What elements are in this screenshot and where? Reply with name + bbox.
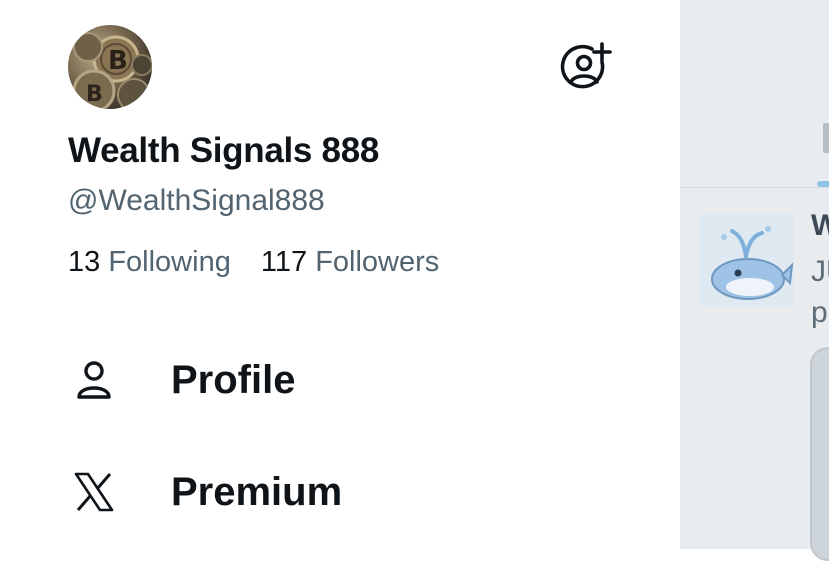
post-text-line-partial: p [811, 296, 828, 329]
follow-stats: 13 Following 117 Followers [68, 246, 439, 279]
following-label: Following [108, 246, 231, 278]
post-text-line-partial: JU [811, 255, 829, 288]
x-logo-icon [68, 466, 120, 518]
post-author-avatar [700, 213, 794, 307]
whale-avatar-icon [700, 213, 794, 307]
account-avatar[interactable]: B B [68, 25, 152, 109]
followers-label: Followers [315, 246, 440, 278]
account-display-name[interactable]: Wealth Signals 888 [68, 131, 379, 171]
menu-item-premium[interactable]: Premium [68, 462, 342, 522]
post-author-name-partial: W [811, 209, 829, 242]
menu-item-label: Profile [171, 357, 296, 402]
followers-count: 117 [260, 246, 308, 278]
person-icon [68, 354, 120, 406]
add-account-button[interactable] [558, 42, 612, 92]
svg-text:B: B [86, 82, 103, 107]
following-link[interactable]: 13 Following [68, 246, 231, 279]
timeline-tab-label-partial [823, 123, 829, 153]
account-handle: @WealthSignal888 [68, 184, 325, 217]
svg-text:B: B [108, 46, 128, 76]
side-drawer: B B Wealth Signals 888 @WealthSignal888 … [0, 0, 680, 549]
menu-item-profile[interactable]: Profile [68, 350, 295, 410]
menu-item-label: Premium [171, 469, 343, 514]
add-account-icon [560, 42, 612, 89]
tab-divider [680, 187, 829, 188]
following-count: 13 [68, 246, 101, 278]
bitcoin-coins-icon: B B [72, 32, 152, 109]
post-media-card-partial [810, 347, 829, 561]
followers-link[interactable]: 117 Followers [261, 246, 439, 279]
